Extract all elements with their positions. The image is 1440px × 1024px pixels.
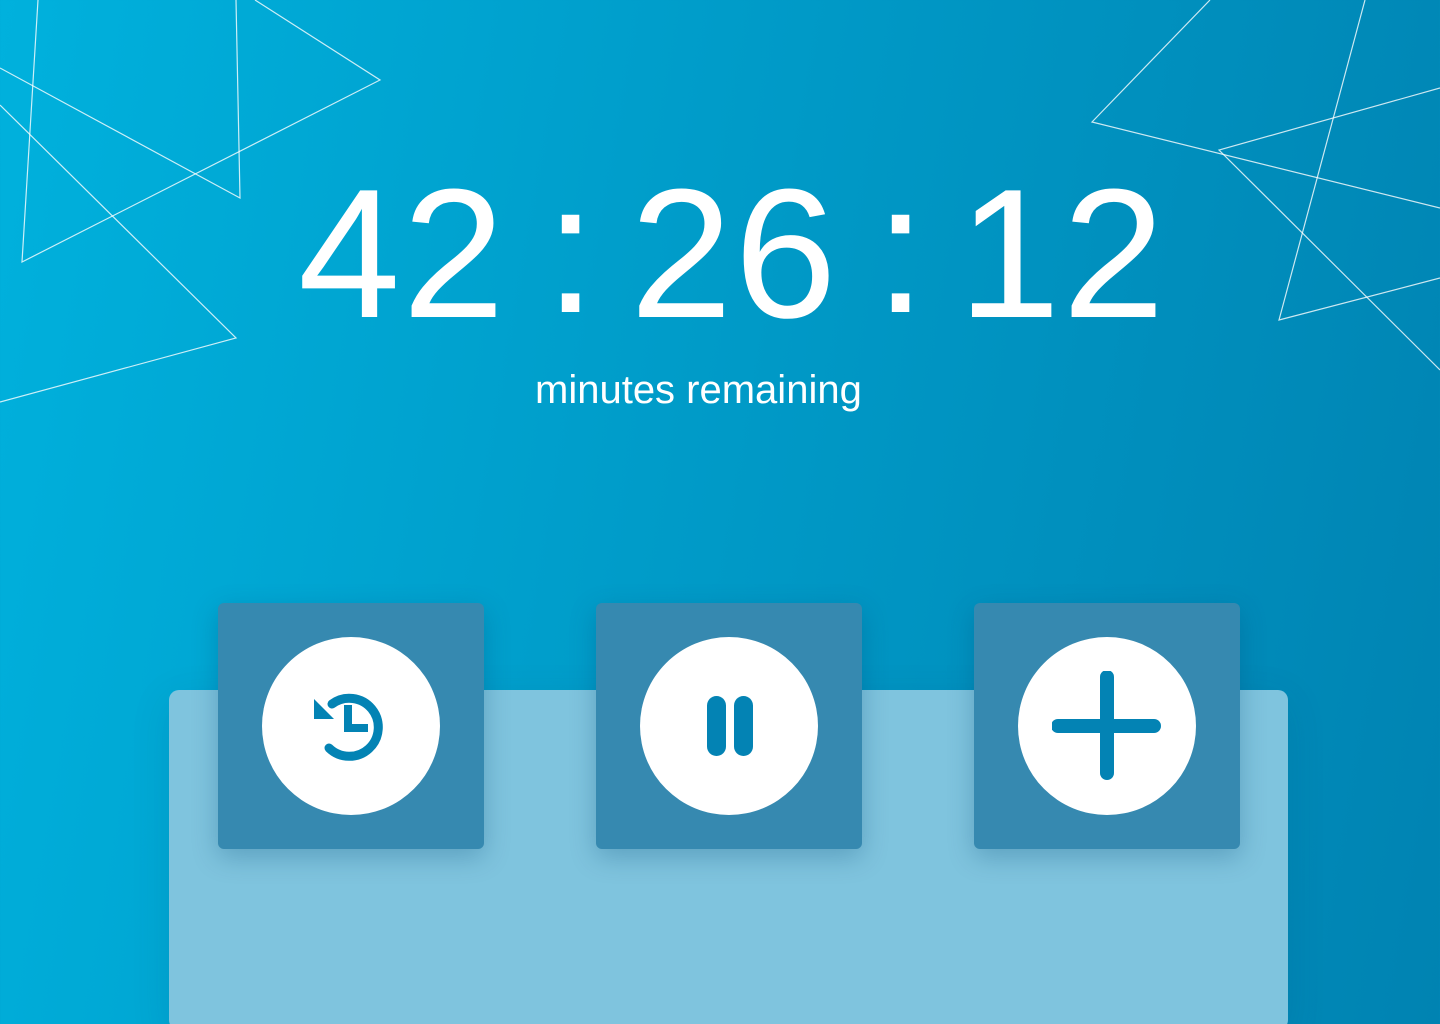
restart-button[interactable]	[218, 603, 484, 849]
history-icon	[314, 693, 383, 761]
timer-subtitle: minutes remaining	[535, 368, 862, 412]
pause-button-circle	[640, 637, 818, 815]
timer-minutes: 26	[630, 150, 839, 356]
pause-icon	[707, 696, 753, 756]
timer-hours: 42	[298, 150, 507, 356]
plus-icon	[1052, 671, 1161, 780]
timer-separator-2: :	[875, 145, 927, 351]
timer-separator-1: :	[545, 145, 597, 351]
countdown-timer: 42 : 26 : 12	[0, 145, 1440, 356]
add-time-button[interactable]	[974, 603, 1240, 849]
add-time-button-circle	[1018, 637, 1196, 815]
restart-button-circle	[262, 637, 440, 815]
pause-button[interactable]	[596, 603, 862, 849]
timer-seconds: 12	[958, 150, 1167, 356]
